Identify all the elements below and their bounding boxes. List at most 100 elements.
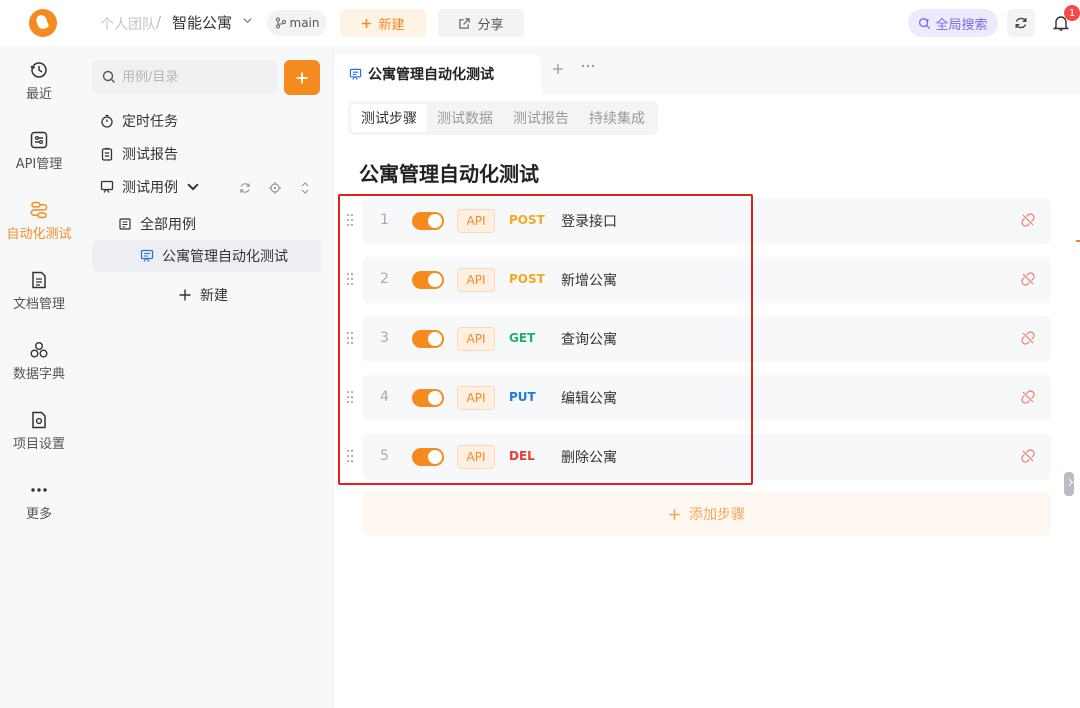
tree-item-label: 公寓管理自动化测试 — [162, 249, 288, 265]
tab-continuous-integration[interactable]: 持续集成 — [579, 104, 655, 132]
tree-item-test-cases[interactable]: 测试用例 — [100, 171, 200, 203]
breadcrumb-team[interactable]: 个人团队 — [100, 14, 156, 34]
top-bar: 个人团队 / 智能公寓 main 新建 分享 全局搜索 1 — [0, 0, 1080, 46]
share-button[interactable]: 分享 — [438, 9, 524, 37]
nav-item-data-dictionary[interactable]: 数据字典 — [0, 340, 78, 400]
tree-item-label: 测试报告 — [122, 147, 178, 163]
nav-item-label: 更多 — [25, 507, 52, 522]
step-number: 3 — [380, 330, 389, 346]
plus-icon — [362, 18, 372, 28]
document-tab-label: 公寓管理自动化测试 — [368, 67, 494, 83]
plus-icon — [179, 289, 191, 301]
step-enable-toggle[interactable] — [412, 389, 444, 407]
unlink-icon[interactable] — [1021, 272, 1035, 286]
refresh-icon[interactable] — [238, 181, 252, 195]
tree-add-button[interactable] — [284, 60, 320, 95]
sub-tab-bar: 测试步骤 测试数据 测试报告 持续集成 — [348, 101, 658, 135]
breadcrumb-separator: / — [156, 13, 162, 31]
test-step-row[interactable]: 4 API PUT 编辑公寓 — [347, 375, 1051, 421]
test-step-row[interactable]: 1 API POST 登录接口 — [347, 198, 1051, 244]
http-method: GET — [509, 331, 536, 345]
step-name[interactable]: 删除公寓 — [561, 447, 617, 467]
chevron-down-icon[interactable] — [186, 180, 200, 194]
tree-item-all-cases[interactable]: 全部用例 — [118, 208, 196, 240]
nav-item-more[interactable]: 更多 — [0, 480, 78, 540]
nav-item-label: 最近 — [25, 87, 52, 102]
tab-more-button[interactable] — [581, 60, 595, 76]
nav-item-label: 自动化测试 — [6, 227, 72, 242]
plus-icon — [669, 508, 680, 520]
tree-item-test-reports[interactable]: 测试报告 — [100, 138, 178, 170]
tree-item-new[interactable]: 新建 — [178, 279, 228, 311]
add-step-button[interactable]: 添加步骤 — [362, 492, 1051, 536]
drag-handle-icon[interactable] — [347, 273, 355, 287]
step-enable-toggle[interactable] — [412, 330, 444, 348]
tab-test-steps[interactable]: 测试步骤 — [351, 104, 427, 132]
step-type-badge: API — [457, 445, 495, 469]
drag-handle-icon[interactable] — [347, 214, 355, 228]
branch-selector[interactable]: main — [267, 10, 327, 36]
unlink-icon[interactable] — [1021, 449, 1035, 463]
nav-item-automation-test[interactable]: 自动化测试 — [0, 200, 78, 260]
main-content: 公寓管理自动化测试 测试步骤 测试数据 测试报告 持续集成 公寓管理自动化测试 … — [335, 46, 1080, 708]
data-dictionary-icon — [30, 342, 48, 358]
more-icon — [31, 488, 47, 492]
tree-item-scheduled-tasks[interactable]: 定时任务 — [100, 105, 178, 137]
nav-item-docs[interactable]: 文档管理 — [0, 270, 78, 330]
flow-icon — [30, 201, 48, 219]
document-tab-active[interactable]: 公寓管理自动化测试 — [335, 54, 541, 94]
branch-icon — [275, 17, 286, 29]
document-icon — [32, 271, 46, 289]
nav-item-label: 文档管理 — [12, 297, 65, 312]
tree-search-input[interactable] — [122, 69, 272, 85]
test-step-row[interactable]: 2 API POST 新增公寓 — [347, 257, 1051, 303]
nav-item-project-settings[interactable]: 项目设置 — [0, 410, 78, 470]
global-search-button[interactable]: 全局搜索 — [908, 9, 998, 37]
step-name[interactable]: 编辑公寓 — [561, 388, 617, 408]
expand-collapse-icon[interactable] — [298, 181, 312, 195]
tree-item-label: 新建 — [200, 288, 228, 304]
tree-search-box[interactable] — [92, 60, 278, 94]
step-enable-toggle[interactable] — [412, 271, 444, 289]
api-manage-icon — [30, 131, 48, 149]
clipboard-icon — [101, 147, 113, 161]
drag-handle-icon[interactable] — [347, 332, 355, 346]
sync-button[interactable] — [1007, 9, 1035, 37]
tab-test-data[interactable]: 测试数据 — [427, 104, 503, 132]
breadcrumb-project[interactable]: 智能公寓 — [172, 12, 232, 33]
chevron-down-icon[interactable] — [242, 15, 253, 29]
clock-history-icon — [30, 62, 47, 78]
settings-icon — [32, 411, 46, 429]
plus-icon — [553, 64, 563, 74]
notification-badge: 1 — [1064, 5, 1080, 21]
nav-item-api-manage[interactable]: API管理 — [0, 130, 78, 190]
testcase-icon — [100, 180, 114, 193]
unlink-icon[interactable] — [1021, 331, 1035, 345]
step-number: 1 — [380, 212, 389, 228]
drag-handle-icon[interactable] — [347, 450, 355, 464]
test-step-row[interactable]: 5 API DEL 删除公寓 — [347, 434, 1051, 480]
tree-item-apartment-test[interactable]: 公寓管理自动化测试 — [140, 240, 288, 272]
tab-test-reports[interactable]: 测试报告 — [503, 104, 579, 132]
http-method: POST — [509, 272, 545, 286]
locate-icon[interactable] — [268, 181, 282, 195]
step-number: 2 — [380, 271, 389, 287]
nav-item-label: 项目设置 — [12, 437, 65, 452]
app-logo[interactable] — [29, 9, 57, 37]
unlink-icon[interactable] — [1021, 390, 1035, 404]
side-panel-toggle[interactable] — [1064, 472, 1074, 496]
unlink-icon[interactable] — [1021, 213, 1035, 227]
search-icon — [102, 70, 115, 83]
step-name[interactable]: 查询公寓 — [561, 329, 617, 349]
step-name[interactable]: 登录接口 — [561, 211, 617, 231]
step-enable-toggle[interactable] — [412, 212, 444, 230]
step-enable-toggle[interactable] — [412, 448, 444, 466]
add-tab-button[interactable] — [552, 60, 564, 79]
test-step-row[interactable]: 3 API GET 查询公寓 — [347, 316, 1051, 362]
testcase-file-icon — [349, 68, 362, 80]
drag-handle-icon[interactable] — [347, 391, 355, 405]
step-name[interactable]: 新增公寓 — [561, 270, 617, 290]
nav-item-recent[interactable]: 最近 — [0, 60, 78, 120]
new-button[interactable]: 新建 — [340, 9, 426, 37]
nav-item-label: 数据字典 — [12, 367, 65, 382]
